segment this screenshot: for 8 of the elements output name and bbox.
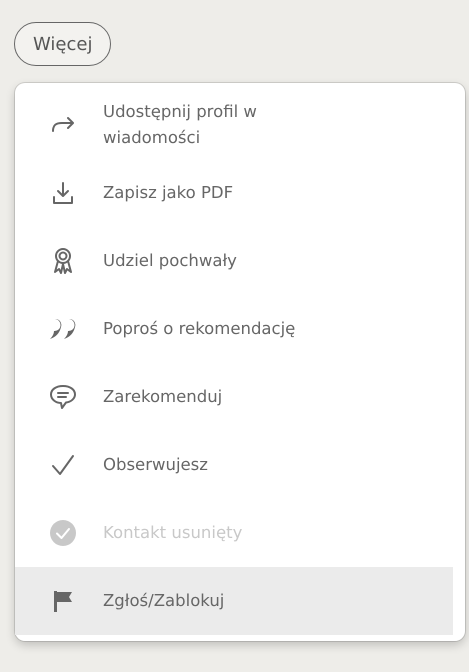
menu-item[interactable]: Zapisz jako PDF xyxy=(15,159,453,227)
more-button[interactable]: Więcej xyxy=(14,22,112,66)
menu-item[interactable]: Zgłoś/Zablokuj xyxy=(15,567,453,635)
menu-item[interactable]: Zarekomenduj xyxy=(15,363,453,431)
menu-item[interactable]: Udziel pochwały xyxy=(15,227,453,295)
menu-item[interactable]: Poproś o rekomendację xyxy=(15,295,453,363)
menu-item[interactable]: Obserwujesz xyxy=(15,431,453,499)
menu-item[interactable]: Udostępnij profil w wiadomości xyxy=(15,91,453,159)
